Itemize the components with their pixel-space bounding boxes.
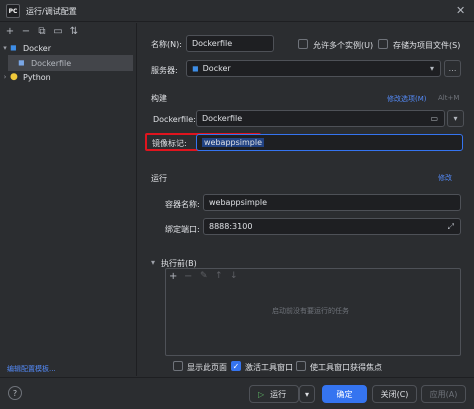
- activate-tool-checkbox[interactable]: ✓: [231, 361, 241, 371]
- tree-item-label: Python: [23, 72, 51, 82]
- image-tag-input[interactable]: webappsimple: [196, 134, 463, 151]
- bind-ports-label: 绑定端口:: [165, 225, 200, 234]
- expand-icon[interactable]: ⤢: [448, 222, 454, 232]
- docker-icon: ◼: [192, 64, 199, 73]
- bind-ports-value: 8888:3100: [209, 222, 253, 231]
- allow-parallel-label: 允许多个实例(U): [313, 41, 374, 50]
- name-input[interactable]: Dockerfile: [186, 35, 274, 52]
- help-icon[interactable]: ?: [8, 386, 22, 400]
- allow-parallel-checkbox[interactable]: [298, 39, 308, 49]
- store-project-label: 存储为项目文件(S): [393, 41, 461, 50]
- edit-templates-link[interactable]: 编辑配置模板...: [7, 364, 56, 374]
- build-heading: 构建: [151, 94, 167, 103]
- run-button-label: 运行: [270, 389, 287, 399]
- window-title: 运行/调试配置: [26, 7, 77, 16]
- python-icon: ●: [10, 72, 18, 82]
- tree-item-label: Dockerfile: [31, 58, 72, 68]
- edit-task-icon[interactable]: ✎: [200, 271, 208, 281]
- image-tag-value: webappsimple: [202, 138, 265, 147]
- store-project-checkbox[interactable]: [378, 39, 388, 49]
- tree-item-label: Docker: [23, 43, 52, 53]
- remove-task-icon[interactable]: −: [184, 271, 192, 282]
- more-options-icon[interactable]: …: [444, 60, 461, 77]
- modify-link[interactable]: 修改: [438, 173, 452, 183]
- image-tag-label: 镜像标记:: [152, 139, 187, 148]
- chevron-down-icon[interactable]: ▾: [447, 110, 464, 127]
- move-down-icon[interactable]: ↓: [230, 271, 238, 281]
- close-icon[interactable]: ✕: [456, 4, 465, 17]
- tree-item-python[interactable]: › ● Python: [0, 69, 137, 85]
- cancel-button[interactable]: 关闭(C): [372, 385, 417, 403]
- pycharm-app-icon: PC: [6, 4, 20, 18]
- name-label: 名称(N):: [151, 40, 182, 49]
- run-heading: 运行: [151, 174, 167, 183]
- server-label: 服务器:: [151, 66, 178, 75]
- show-page-checkbox[interactable]: [173, 361, 183, 371]
- server-select[interactable]: ◼ Docker ▾: [186, 60, 441, 77]
- folder-icon[interactable]: ▭: [52, 26, 64, 37]
- docker-icon: ◼: [10, 43, 17, 52]
- chevron-down-icon: ▾: [429, 64, 434, 73]
- folder-icon[interactable]: ▭: [430, 114, 438, 123]
- sort-icon[interactable]: ⇅: [68, 26, 80, 37]
- tree-item-docker[interactable]: ▾ ◼ Docker: [0, 40, 137, 56]
- remove-icon[interactable]: −: [20, 26, 32, 37]
- focus-tool-label: 使工具窗口获得焦点: [310, 363, 382, 372]
- dockerfile-label: Dockerfile:: [153, 115, 196, 124]
- container-name-input[interactable]: webappsimple: [203, 194, 461, 211]
- modify-options-link[interactable]: 修改选项(M): [387, 94, 427, 104]
- add-icon[interactable]: +: [4, 26, 16, 37]
- show-page-label: 显示此页面: [187, 363, 227, 372]
- play-icon: ▷: [258, 389, 265, 399]
- bind-ports-input[interactable]: 8888:3100 ⤢: [203, 218, 461, 235]
- run-button[interactable]: ▷ 运行: [249, 385, 299, 403]
- container-label: 容器名称:: [165, 200, 200, 209]
- chevron-down-icon[interactable]: ▾: [151, 258, 155, 267]
- move-up-icon[interactable]: ↑: [215, 271, 223, 281]
- copy-icon[interactable]: ⧉: [36, 26, 48, 37]
- server-value: Docker: [202, 64, 231, 73]
- chevron-down-icon: ▾: [304, 389, 309, 399]
- activate-tool-label: 激活工具窗口: [245, 363, 293, 372]
- add-task-icon[interactable]: +: [169, 271, 177, 282]
- shortcut-hint: Alt+M: [438, 94, 460, 102]
- focus-tool-checkbox[interactable]: [296, 361, 306, 371]
- ok-button[interactable]: 确定: [322, 385, 367, 403]
- dockerfile-input[interactable]: Dockerfile ▭: [196, 110, 445, 127]
- dockerfile-value: Dockerfile: [202, 114, 243, 123]
- apply-button[interactable]: 应用(A): [421, 385, 466, 403]
- chevron-right-icon: ›: [3, 73, 7, 81]
- docker-icon: ◼: [18, 58, 25, 67]
- run-dropdown-button[interactable]: ▾: [299, 385, 315, 403]
- empty-tasks-text: 启动前没有要运行的任务: [272, 307, 349, 315]
- chevron-down-icon: ▾: [3, 44, 7, 52]
